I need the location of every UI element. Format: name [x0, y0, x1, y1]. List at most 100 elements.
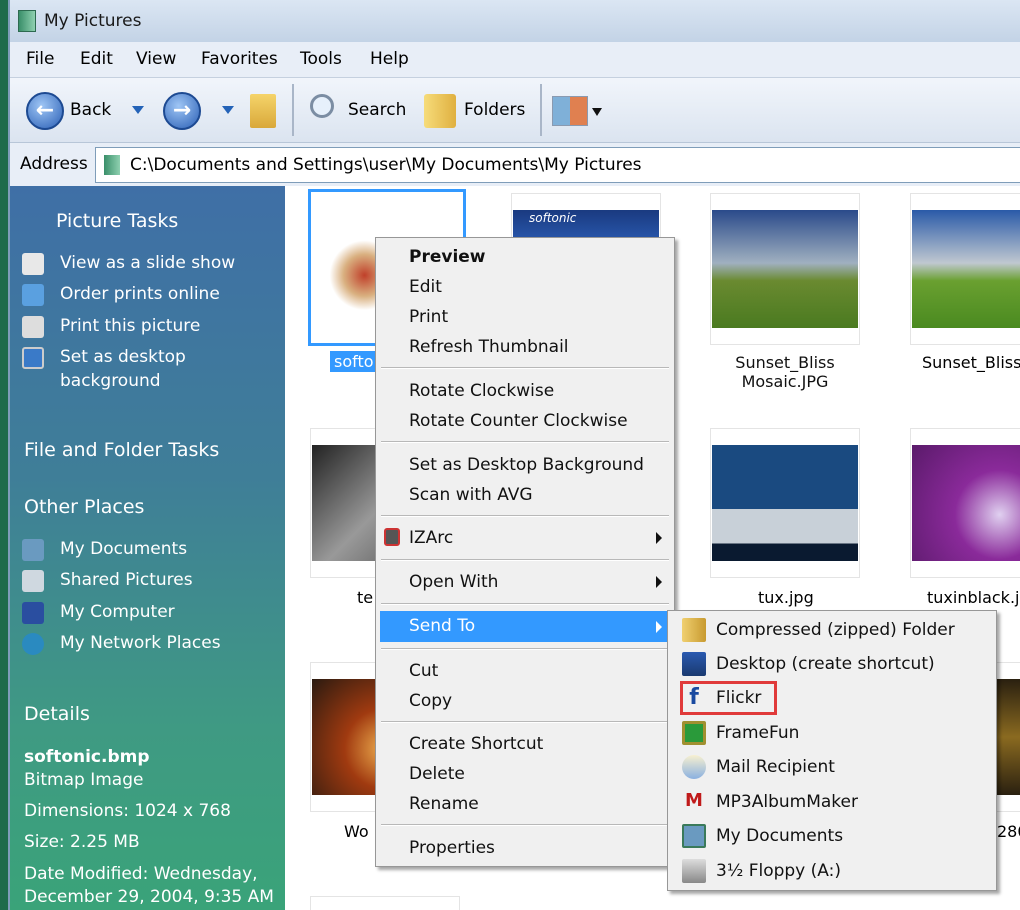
shared-pictures-link[interactable]: Shared Pictures [60, 570, 193, 590]
mail-icon [682, 755, 706, 779]
window-title: My Pictures [44, 11, 142, 31]
menu-item-set-desktop-background[interactable]: Set as Desktop Background [409, 450, 644, 480]
send-to-compressed-folder[interactable]: Compressed (zipped) Folder [716, 615, 955, 645]
context-menu: Preview Edit Print Refresh Thumbnail Rot… [375, 237, 675, 867]
menu-separator [381, 559, 669, 561]
thumbnail-tuxinblack[interactable] [910, 428, 1020, 578]
title-bar: My Pictures [10, 0, 1020, 42]
set-desktop-background-link[interactable]: Set as desktop [60, 347, 186, 367]
flickr-icon: f [689, 685, 699, 710]
search-button[interactable]: Search [348, 100, 406, 120]
menu-separator [381, 824, 669, 826]
details-size: Size: 2.25 MB [24, 832, 140, 852]
details-heading[interactable]: Details [24, 703, 90, 725]
menu-separator [381, 515, 669, 517]
file-label[interactable]: tuxinblack.j [927, 588, 1019, 607]
thumbnail-sunset-bliss[interactable] [910, 193, 1020, 345]
details-type: Bitmap Image [24, 770, 144, 790]
search-icon[interactable] [310, 94, 334, 118]
menu-item-properties[interactable]: Properties [409, 833, 495, 863]
toolbar-divider [540, 84, 542, 136]
menu-item-rotate-clockwise[interactable]: Rotate Clockwise [409, 376, 554, 406]
thumbnail-file[interactable] [310, 896, 460, 910]
menu-item-delete[interactable]: Delete [409, 759, 465, 789]
thumbnail-tux[interactable] [710, 428, 860, 578]
view-slideshow-link[interactable]: View as a slide show [60, 253, 235, 273]
views-dropdown-icon[interactable] [592, 108, 602, 116]
menu-separator [381, 367, 669, 369]
details-modified: Date Modified: Wednesday, [24, 864, 258, 884]
forward-dropdown-icon[interactable] [222, 106, 234, 114]
menu-separator [381, 441, 669, 443]
back-arrow-icon[interactable]: ← [26, 92, 64, 130]
details-modified-line2: December 29, 2004, 9:35 AM [24, 887, 274, 907]
menu-item-cut[interactable]: Cut [409, 656, 438, 686]
order-prints-link[interactable]: Order prints online [60, 284, 220, 304]
back-button[interactable]: Back [70, 100, 111, 120]
address-input[interactable]: C:\Documents and Settings\user\My Docume… [95, 147, 1020, 183]
file-label[interactable]: te [357, 588, 373, 607]
submenu-arrow-icon [656, 532, 662, 544]
desktop-icon [682, 652, 706, 676]
set-desktop-background-link-line2[interactable]: background [60, 371, 161, 391]
menu-help[interactable]: Help [370, 49, 409, 69]
thumbnail-image [912, 210, 1020, 328]
send-to-mail-recipient[interactable]: Mail Recipient [716, 752, 835, 782]
menu-item-scan-avg[interactable]: Scan with AVG [409, 480, 533, 510]
menu-tools[interactable]: Tools [300, 49, 342, 69]
send-to-desktop[interactable]: Desktop (create shortcut) [716, 649, 935, 679]
my-network-places-link[interactable]: My Network Places [60, 633, 221, 653]
menu-item-izarc[interactable]: IZArc [409, 523, 453, 553]
menu-item-create-shortcut[interactable]: Create Shortcut [409, 729, 543, 759]
menu-edit[interactable]: Edit [80, 49, 113, 69]
send-to-mp3albummaker[interactable]: MP3AlbumMaker [716, 787, 858, 817]
explorer-window: My Pictures File Edit View Favorites Too… [8, 0, 1020, 910]
menu-item-copy[interactable]: Copy [409, 686, 452, 716]
thumbnail-sunset-bliss-mosaic[interactable] [710, 193, 860, 345]
folders-button[interactable]: Folders [464, 100, 525, 120]
views-icon[interactable] [552, 96, 588, 126]
menu-file[interactable]: File [26, 49, 54, 69]
file-label[interactable]: Sunset_Bliss Mosaic.JPG [700, 353, 870, 391]
menu-item-send-to[interactable]: Send To [409, 611, 475, 641]
send-to-flickr[interactable]: Flickr [716, 683, 761, 713]
menu-separator [381, 648, 669, 650]
mp3albummaker-icon: M [685, 790, 703, 811]
menu-item-edit[interactable]: Edit [409, 272, 442, 302]
menu-item-refresh-thumbnail[interactable]: Refresh Thumbnail [409, 332, 569, 362]
menu-bar: File Edit View Favorites Tools Help [10, 42, 1020, 78]
file-label[interactable]: tux.jpg [758, 588, 814, 607]
network-places-icon [22, 633, 44, 655]
menu-item-print[interactable]: Print [409, 302, 448, 332]
my-computer-link[interactable]: My Computer [60, 602, 175, 622]
file-label[interactable]: Sunset_Bliss [922, 353, 1020, 372]
my-documents-link[interactable]: My Documents [60, 539, 187, 559]
print-picture-link[interactable]: Print this picture [60, 316, 200, 336]
my-documents-icon [682, 824, 706, 848]
file-label-selected[interactable]: softo [330, 351, 378, 372]
up-folder-icon[interactable] [250, 94, 276, 128]
send-to-floppy[interactable]: 3½ Floppy (A:) [716, 856, 841, 886]
menu-item-preview[interactable]: Preview [409, 242, 486, 272]
menu-item-open-with[interactable]: Open With [409, 567, 498, 597]
floppy-icon [682, 859, 706, 883]
my-documents-icon [22, 539, 44, 561]
forward-arrow-icon[interactable]: → [163, 92, 201, 130]
send-to-submenu: Compressed (zipped) Folder Desktop (crea… [667, 610, 997, 891]
address-label: Address [20, 154, 88, 174]
menu-favorites[interactable]: Favorites [201, 49, 278, 69]
back-dropdown-icon[interactable] [132, 106, 144, 114]
file-folder-tasks-heading[interactable]: File and Folder Tasks [24, 439, 219, 461]
submenu-arrow-icon [656, 621, 662, 633]
other-places-heading[interactable]: Other Places [24, 496, 144, 518]
send-to-framefun[interactable]: FrameFun [716, 718, 799, 748]
file-label[interactable]: Wo [344, 822, 369, 841]
menu-item-rename[interactable]: Rename [409, 789, 479, 819]
folders-icon[interactable] [424, 94, 456, 128]
picture-tasks-heading[interactable]: Picture Tasks [56, 210, 178, 232]
thumbnail-image [712, 445, 858, 561]
file-label[interactable]: 280 [997, 822, 1020, 841]
menu-item-rotate-counter-clockwise[interactable]: Rotate Counter Clockwise [409, 406, 628, 436]
menu-view[interactable]: View [136, 49, 176, 69]
send-to-my-documents[interactable]: My Documents [716, 821, 843, 851]
